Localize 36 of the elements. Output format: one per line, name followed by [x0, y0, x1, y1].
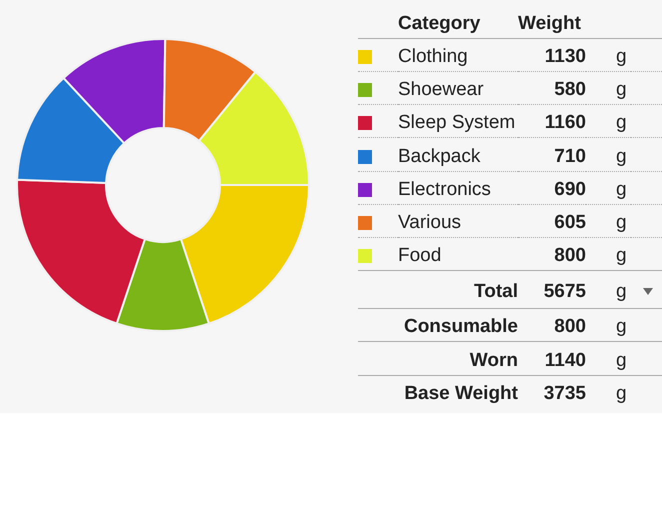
weight-unit: g — [615, 79, 627, 102]
weight-unit: g — [615, 212, 627, 234]
category-name: Various — [398, 212, 462, 234]
category-name: Electronics — [398, 178, 491, 201]
category-name: Backpack — [398, 146, 480, 168]
weight-unit: g — [615, 146, 627, 168]
weight-value: 800 — [554, 245, 586, 268]
summary-label: Worn — [470, 350, 518, 372]
weight-unit: g — [615, 46, 627, 68]
weight-unit: g — [615, 245, 627, 268]
weight-value: 800 — [554, 316, 586, 338]
weight-unit: g — [615, 112, 627, 134]
weight-value: 3735 — [544, 383, 586, 406]
summary-label: Total — [474, 280, 518, 303]
weight-value: 690 — [554, 178, 586, 201]
category-name: Shoewear — [398, 79, 484, 102]
weight-value: 710 — [554, 146, 586, 168]
weight-value: 1140 — [544, 350, 586, 372]
weight-value: 5675 — [544, 280, 586, 303]
summary-label: Consumable — [404, 316, 518, 338]
column-header: Weight — [518, 13, 581, 35]
category-name: Clothing — [398, 46, 468, 68]
weight-value: 1160 — [544, 112, 586, 134]
dropdown-caret-icon[interactable] — [643, 288, 653, 296]
weight-unit: g — [615, 316, 627, 338]
category-name: Sleep System — [398, 112, 516, 134]
weight-unit: g — [615, 350, 627, 372]
weight-unit: g — [615, 383, 627, 406]
weight-unit: g — [615, 178, 627, 201]
weight-value: 580 — [554, 79, 586, 102]
weight-value: 1130 — [544, 46, 586, 68]
column-header: Category — [398, 13, 480, 35]
category-name: Food — [398, 245, 442, 268]
summary-label: Base Weight — [404, 383, 518, 406]
weight-unit: g — [615, 280, 627, 303]
weight-value: 605 — [554, 212, 586, 234]
